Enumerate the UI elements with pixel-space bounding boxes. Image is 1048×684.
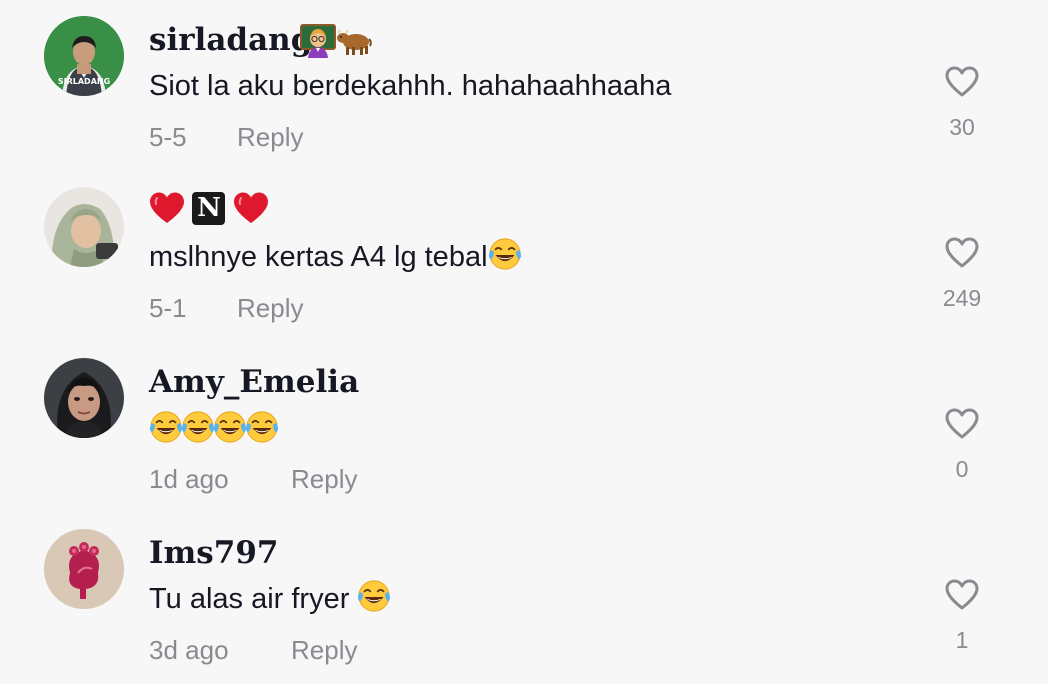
like-count: 249: [942, 285, 982, 311]
reply-button[interactable]: Reply: [237, 291, 303, 325]
face-with-tears-of-joy-icon: [488, 237, 522, 271]
like-count: 30: [949, 114, 975, 140]
username[interactable]: Ims797: [149, 531, 278, 575]
like-button[interactable]: 0: [918, 406, 1006, 486]
ox-emoji-icon: [336, 24, 372, 58]
comment-text-wrapper: Tu alas air fryer: [149, 579, 391, 619]
comment-list: SIRLADANG sirladang Siot la aku berdekah…: [0, 0, 1048, 670]
like-button[interactable]: 30: [918, 64, 1006, 144]
like-count: 1: [955, 627, 969, 653]
avatar-label: SIRLADANG: [58, 77, 110, 86]
letter-n-badge: N: [192, 191, 226, 225]
comment-meta: 3d ago Reply: [149, 633, 357, 667]
face-with-tears-of-joy-icon: [181, 410, 215, 444]
comment-item: SIRLADANG sirladang Siot la aku berdekah…: [0, 0, 1048, 171]
face-with-tears-of-joy-icon: [149, 410, 183, 444]
comment-item: Amy_Emelia 1d ago Reply 0: [0, 342, 1048, 513]
comment-text-wrapper: mslhnye kertas A4 lg tebal: [149, 237, 522, 277]
comment-meta: 5-1 Reply: [149, 291, 303, 325]
face-with-tears-of-joy-icon: [245, 410, 279, 444]
reply-button[interactable]: Reply: [237, 120, 303, 154]
like-button[interactable]: 1: [918, 577, 1006, 657]
comment-meta: 5-5 Reply: [149, 120, 303, 154]
comment-text: Siot la aku berdekahhh. hahahaahhaaha: [149, 70, 672, 102]
username[interactable]: Amy_Emelia: [149, 360, 359, 404]
red-heart-icon: [233, 191, 269, 225]
heart-icon[interactable]: [944, 406, 980, 442]
heart-icon[interactable]: [944, 577, 980, 613]
reply-button[interactable]: Reply: [291, 633, 357, 667]
username[interactable]: sirladang: [149, 18, 312, 62]
comment-date: 1d ago: [149, 464, 229, 494]
avatar[interactable]: [44, 187, 124, 267]
username[interactable]: N: [149, 191, 269, 231]
avatar[interactable]: SIRLADANG: [44, 16, 124, 96]
comment-date: 3d ago: [149, 635, 229, 665]
avatar[interactable]: [44, 358, 124, 438]
heart-icon[interactable]: [944, 235, 980, 271]
comment-item: N mslhnye kertas A4 lg tebal 5-1 Reply 2…: [0, 171, 1048, 342]
red-heart-icon: [149, 191, 185, 225]
avatar[interactable]: [44, 529, 124, 609]
reply-button[interactable]: Reply: [291, 462, 357, 496]
heart-icon[interactable]: [944, 64, 980, 100]
comment-date: 5-1: [149, 293, 187, 323]
comment-meta: 1d ago Reply: [149, 462, 357, 496]
comment-text: mslhnye kertas A4 lg tebal: [149, 241, 488, 273]
comment-text: Tu alas air fryer: [149, 583, 358, 615]
comment-item: Ims797 Tu alas air fryer 3d ago Reply 1: [0, 513, 1048, 684]
face-with-tears-of-joy-icon: [357, 579, 391, 613]
like-count: 0: [955, 456, 969, 482]
comment-text: [149, 410, 277, 446]
like-button[interactable]: 249: [918, 235, 1006, 315]
comment-date: 5-5: [149, 122, 187, 152]
teacher-emoji-icon: [300, 24, 336, 58]
face-with-tears-of-joy-icon: [213, 410, 247, 444]
